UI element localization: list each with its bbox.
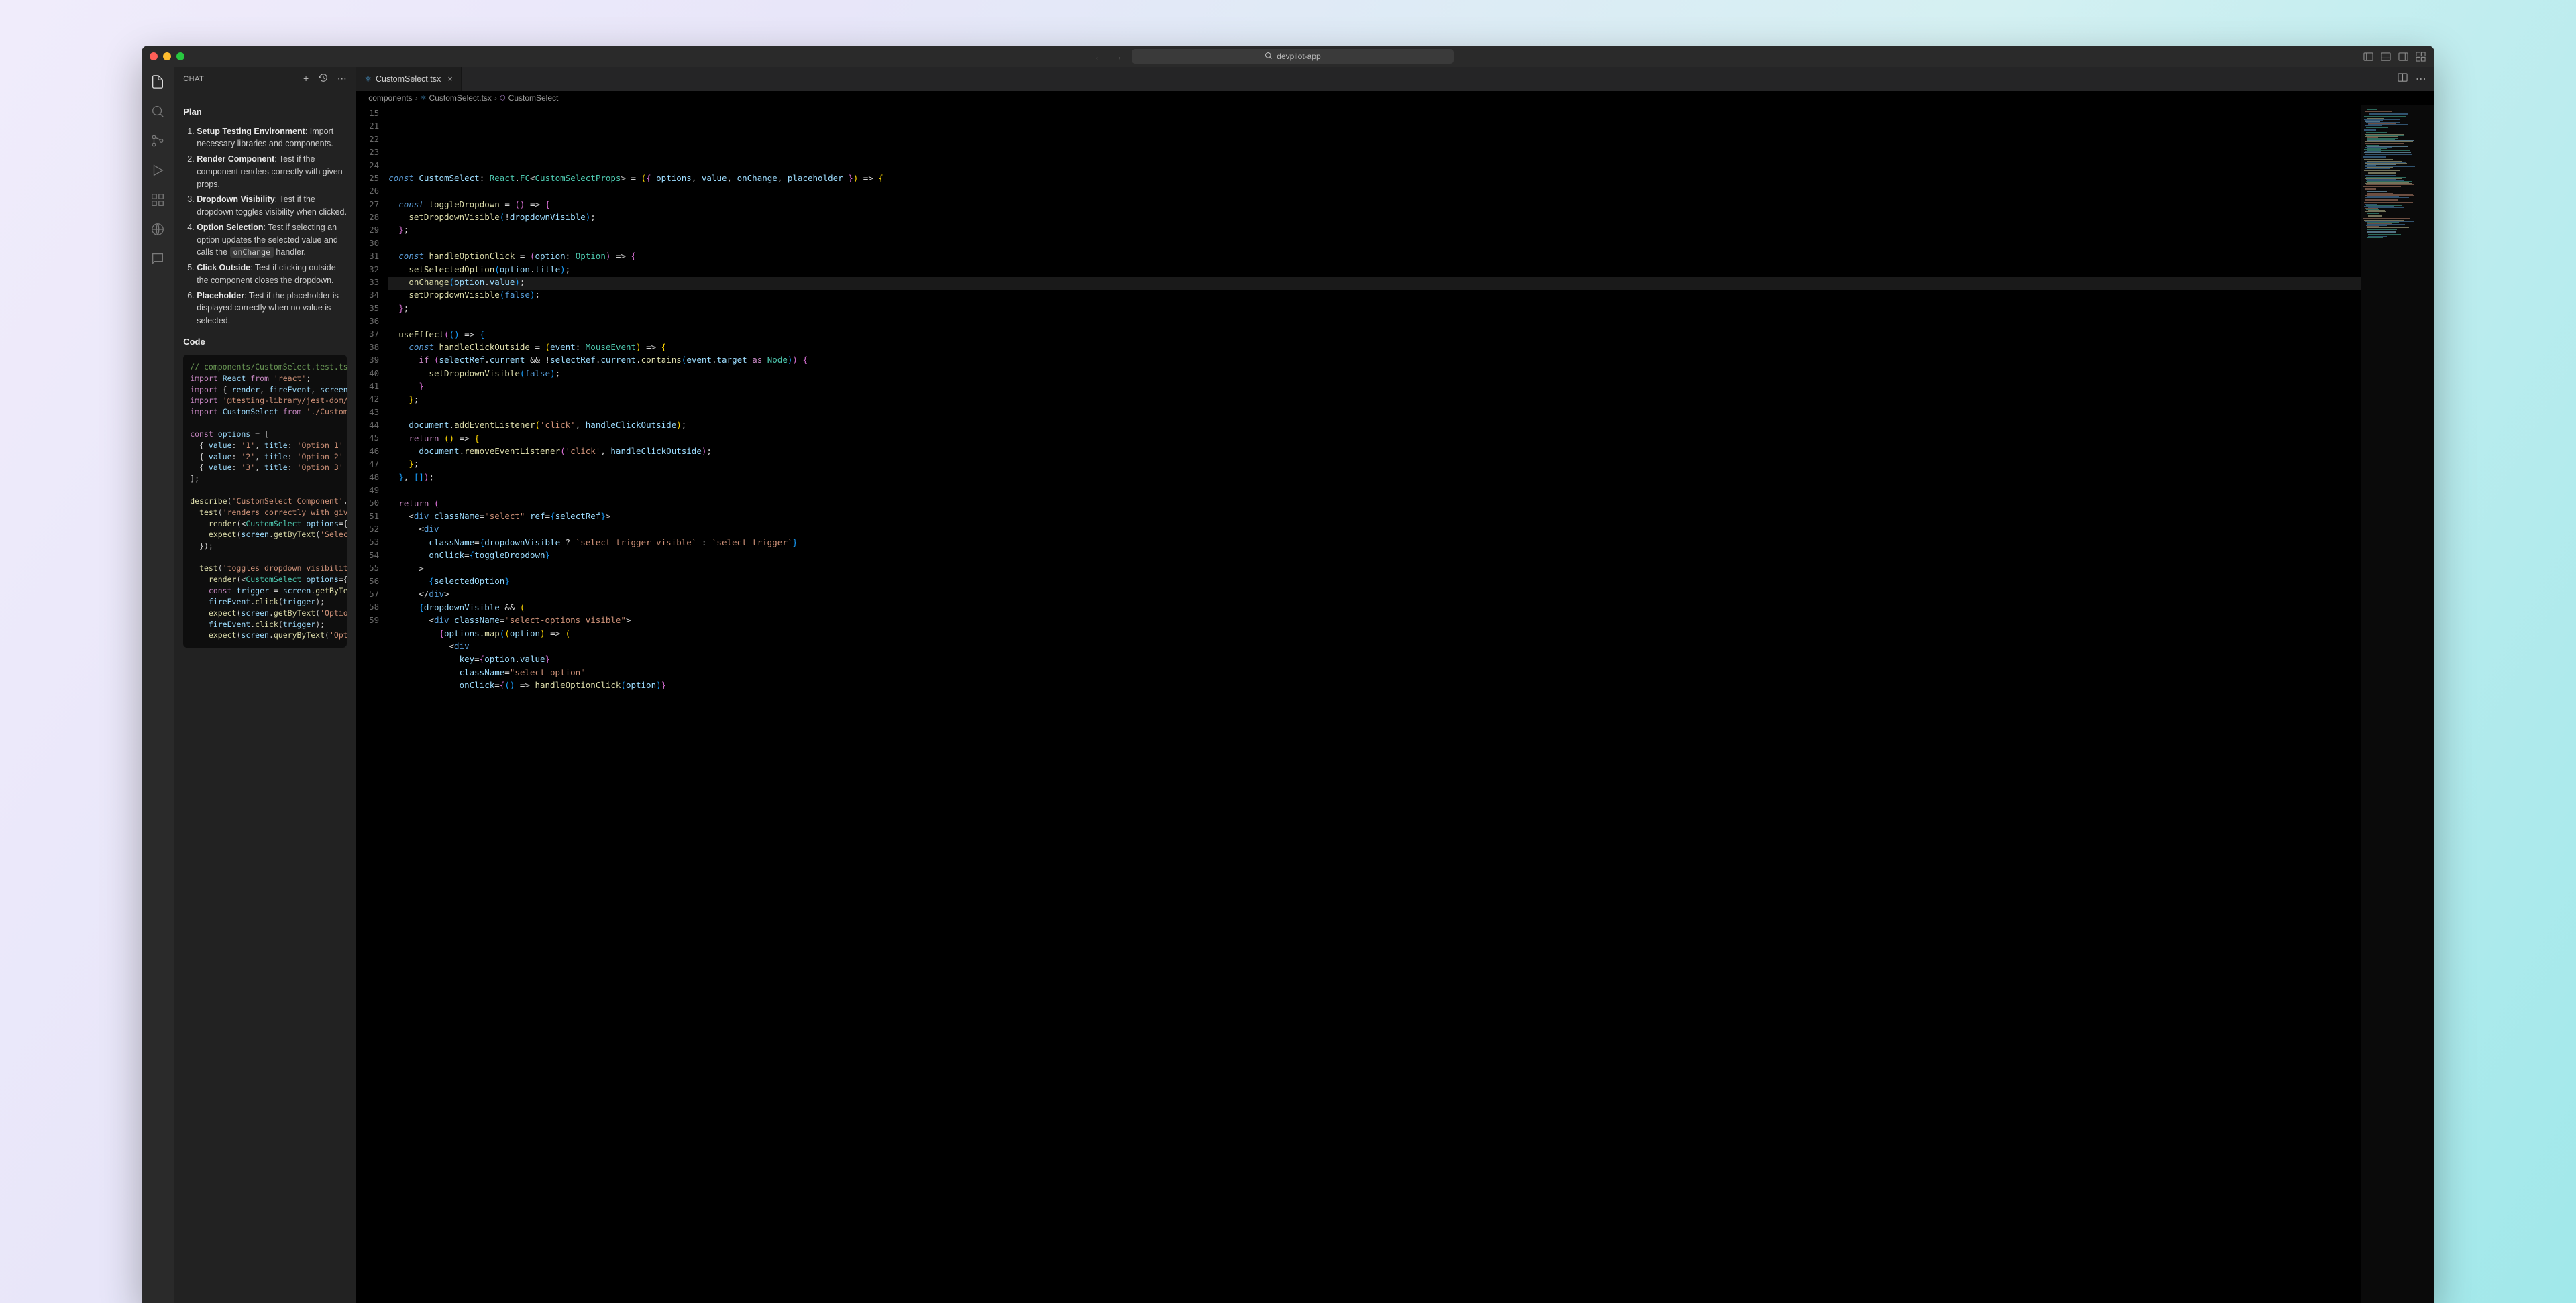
maximize-window-button[interactable]: [176, 52, 184, 60]
search-activity-icon[interactable]: [150, 103, 166, 119]
minimap[interactable]: [2361, 105, 2434, 1303]
layout-panel-right-icon[interactable]: [2398, 51, 2409, 62]
more-actions-icon[interactable]: ⋯: [2416, 72, 2426, 86]
command-center[interactable]: devpilot-app: [1132, 49, 1454, 64]
plan-list: Setup Testing Environment: Import necess…: [183, 125, 347, 327]
editor-area: ⚛ CustomSelect.tsx × ⋯ components › ⚛ Cu…: [356, 67, 2434, 1303]
close-window-button[interactable]: [150, 52, 158, 60]
close-tab-icon[interactable]: ×: [447, 74, 453, 84]
nav-arrows: ← →: [1094, 51, 1122, 62]
titlebar-right: [2363, 51, 2426, 62]
nav-back-icon[interactable]: ←: [1094, 51, 1104, 62]
editor-tab[interactable]: ⚛ CustomSelect.tsx ×: [356, 67, 462, 91]
nav-forward-icon[interactable]: →: [1113, 51, 1122, 62]
plan-item: Placeholder: Test if the placeholder is …: [197, 290, 347, 327]
plan-item: Setup Testing Environment: Import necess…: [197, 125, 347, 151]
titlebar: ← → devpilot-app: [142, 46, 2434, 67]
breadcrumb[interactable]: components › ⚛ CustomSelect.tsx › ⬡ Cust…: [356, 91, 2434, 105]
plan-item: Click Outside: Test if clicking outside …: [197, 262, 347, 287]
activity-bar: [142, 67, 174, 1303]
history-icon[interactable]: [319, 73, 328, 84]
code-lines[interactable]: const CustomSelect: React.FC<CustomSelec…: [388, 105, 2361, 1303]
source-control-icon[interactable]: [150, 133, 166, 149]
react-file-icon: ⚛: [364, 74, 372, 84]
layout-customize-icon[interactable]: [2416, 51, 2426, 62]
search-icon: [1265, 52, 1273, 62]
chat-title: CHAT: [183, 75, 204, 83]
chat-icon[interactable]: [150, 251, 166, 267]
layout-panel-bottom-icon[interactable]: [2381, 51, 2392, 62]
plan-item: Dropdown Visibility: Test if the dropdow…: [197, 193, 347, 219]
line-gutter: 1521222324252627282930313233343536373839…: [356, 105, 388, 1303]
run-debug-icon[interactable]: [150, 162, 166, 178]
split-editor-icon[interactable]: [2398, 72, 2408, 86]
plan-heading: Plan: [183, 105, 347, 119]
chat-content: Plan Setup Testing Environment: Import n…: [174, 91, 356, 1303]
more-icon[interactable]: ⋯: [337, 73, 347, 84]
breadcrumb-symbol[interactable]: CustomSelect: [508, 93, 559, 103]
extensions-icon[interactable]: [150, 192, 166, 208]
search-text: devpilot-app: [1277, 52, 1320, 61]
plan-item: Render Component: Test if the component …: [197, 153, 347, 190]
layout-panel-left-icon[interactable]: [2363, 51, 2374, 62]
chat-sidebar: CHAT + ⋯ Plan Setup Testing Environment:…: [174, 67, 356, 1303]
chat-header: CHAT + ⋯: [174, 67, 356, 91]
new-chat-icon[interactable]: +: [303, 73, 309, 84]
app-window: ← → devpilot-app CHAT: [142, 46, 2434, 1303]
plan-item: Option Selection: Test if selecting an o…: [197, 221, 347, 259]
editor-body[interactable]: 1521222324252627282930313233343536373839…: [356, 105, 2434, 1303]
tab-label: CustomSelect.tsx: [376, 74, 441, 84]
body-area: CHAT + ⋯ Plan Setup Testing Environment:…: [142, 67, 2434, 1303]
traffic-lights: [150, 52, 184, 60]
breadcrumb-file[interactable]: CustomSelect.tsx: [429, 93, 492, 103]
code-heading: Code: [183, 335, 347, 349]
explorer-icon[interactable]: [150, 74, 166, 90]
tabs-bar: ⚛ CustomSelect.tsx × ⋯: [356, 67, 2434, 91]
remote-icon[interactable]: [150, 221, 166, 237]
minimize-window-button[interactable]: [163, 52, 171, 60]
chat-code-block: // components/CustomSelect.test.tsx impo…: [183, 355, 347, 648]
breadcrumb-folder[interactable]: components: [368, 93, 412, 103]
